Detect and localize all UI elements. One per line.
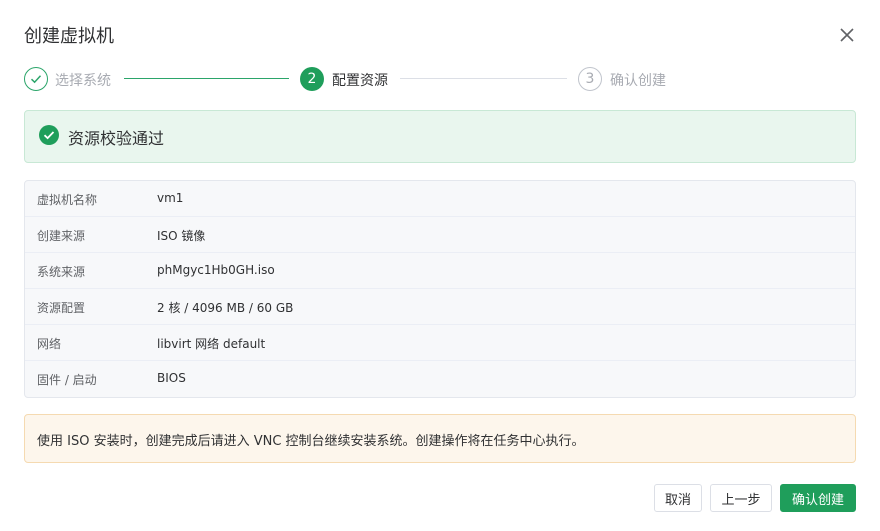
previous-step-button[interactable]: 上一步	[710, 484, 772, 512]
step-connector-2	[400, 78, 567, 79]
summary-value: BIOS	[157, 371, 186, 385]
summary-row: 网络 libvirt 网络 default	[25, 325, 855, 361]
summary-value: ISO 镜像	[157, 229, 206, 243]
summary-key: 固件 / 启动	[37, 373, 97, 387]
summary-key: 系统来源	[37, 265, 86, 279]
step-1-circle	[24, 67, 48, 91]
summary-table: 虚拟机名称 vm1 创建来源 ISO 镜像 系统来源 phMgyc1Hb0GH.…	[24, 180, 856, 398]
summary-row: 创建来源 ISO 镜像	[25, 217, 855, 253]
create-vm-dialog: 创建虚拟机 选择系统 2 配置资源 3 确认创建 资源校验通过 虚拟机名称 vm…	[0, 0, 880, 531]
close-icon[interactable]	[835, 23, 859, 47]
summary-value: vm1	[157, 191, 184, 205]
step-2-label: 配置资源	[332, 73, 388, 89]
check-circle-icon	[39, 125, 59, 145]
summary-value: 2 核 / 4096 MB / 60 GB	[157, 301, 294, 315]
warning-alert-text: 使用 ISO 安装时，创建完成后请进入 VNC 控制台继续安装系统。创建操作将在…	[37, 434, 585, 449]
summary-key: 资源配置	[37, 301, 86, 315]
summary-row: 固件 / 启动 BIOS	[25, 361, 855, 397]
warning-alert: 使用 ISO 安装时，创建完成后请进入 VNC 控制台继续安装系统。创建操作将在…	[24, 414, 856, 463]
step-3-circle: 3	[578, 67, 602, 91]
step-2-circle: 2	[300, 67, 324, 91]
summary-key: 网络	[37, 337, 62, 351]
stepper: 选择系统 2 配置资源 3 确认创建	[24, 67, 856, 91]
summary-key: 虚拟机名称	[37, 193, 98, 207]
step-3-label: 确认创建	[610, 73, 666, 89]
success-alert: 资源校验通过	[24, 110, 856, 163]
check-icon	[30, 75, 42, 84]
confirm-create-button[interactable]: 确认创建	[780, 484, 856, 512]
summary-key: 创建来源	[37, 229, 86, 243]
summary-row: 资源配置 2 核 / 4096 MB / 60 GB	[25, 289, 855, 325]
cancel-button[interactable]: 取消	[654, 484, 702, 512]
step-1-label: 选择系统	[55, 73, 111, 89]
success-alert-text: 资源校验通过	[68, 129, 165, 148]
summary-value: phMgyc1Hb0GH.iso	[157, 263, 275, 277]
dialog-title: 创建虚拟机	[24, 26, 114, 47]
step-connector-1	[124, 78, 289, 79]
summary-value: libvirt 网络 default	[157, 337, 266, 351]
summary-row: 系统来源 phMgyc1Hb0GH.iso	[25, 253, 855, 289]
summary-row: 虚拟机名称 vm1	[25, 181, 855, 217]
